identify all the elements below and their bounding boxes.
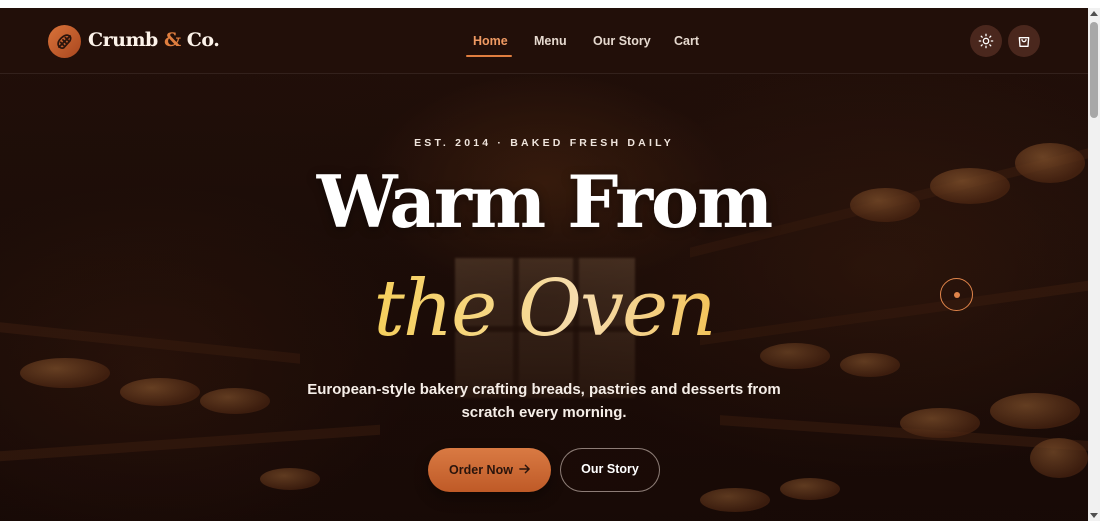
brand-name: Crumb — [88, 29, 158, 51]
hero-eyebrow: EST. 2014 · BAKED FRESH DAILY — [414, 137, 674, 149]
hero-headline-italic: the Oven — [373, 264, 717, 354]
nav-link-our-story[interactable]: Our Story — [593, 34, 651, 48]
hero-headline-line1: Warm From — [316, 159, 773, 244]
scrollbar-thumb[interactable] — [1090, 22, 1098, 118]
sun-icon — [978, 33, 994, 49]
our-story-label: Our Story — [581, 462, 639, 476]
hero-headline-line2: the Oven — [0, 270, 1088, 348]
scroll-down-arrow-icon[interactable] — [1090, 513, 1098, 518]
custom-cursor-dot — [954, 292, 960, 298]
theme-toggle-button[interactable] — [970, 25, 1002, 57]
cart-button[interactable] — [1008, 25, 1040, 57]
custom-cursor-ring — [940, 278, 973, 311]
bread-icon — [57, 34, 72, 49]
page-scrollbar[interactable] — [1088, 8, 1100, 521]
hero-subtitle: European-style bakery crafting breads, p… — [307, 381, 781, 421]
brand-ampersand: & — [163, 29, 181, 51]
page-viewport: Crumb & Co. Home Menu Our Story Cart EST… — [0, 8, 1088, 521]
scroll-up-arrow-icon[interactable] — [1090, 11, 1098, 16]
top-navbar: Crumb & Co. Home Menu Our Story Cart — [0, 8, 1088, 74]
arrow-right-icon — [519, 448, 530, 492]
our-story-button[interactable]: Our Story — [560, 448, 660, 492]
nav-link-cart[interactable]: Cart — [674, 34, 699, 48]
nav-link-home[interactable]: Home — [473, 34, 508, 48]
active-nav-indicator — [466, 55, 512, 57]
brand-logo-text[interactable]: Crumb & Co. — [88, 29, 220, 51]
nav-link-menu[interactable]: Menu — [534, 34, 567, 48]
order-now-label: Order Now — [449, 463, 513, 477]
logo-badge[interactable] — [48, 25, 81, 58]
order-now-button[interactable]: Order Now — [428, 448, 551, 492]
shopping-bag-icon — [1018, 37, 1030, 47]
brand-suffix: Co. — [186, 29, 220, 51]
